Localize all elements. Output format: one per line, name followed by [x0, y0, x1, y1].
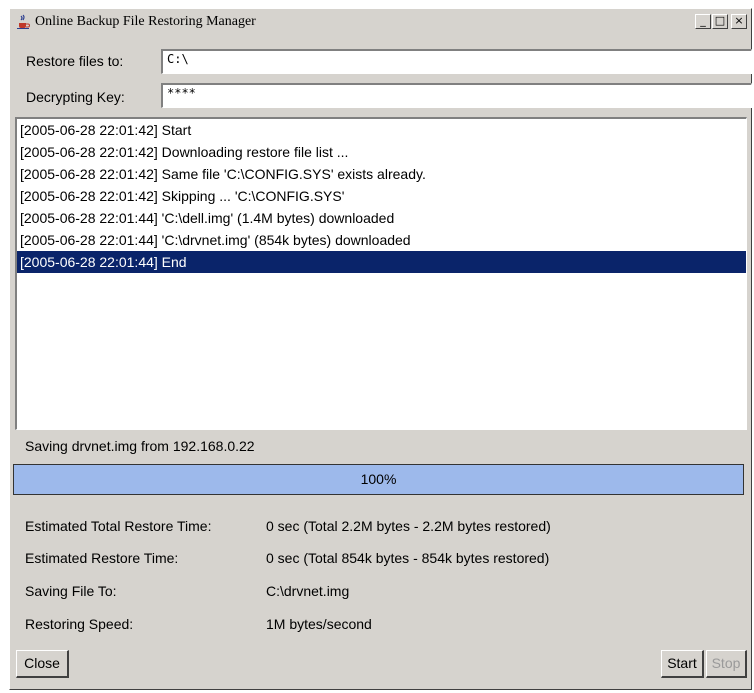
restore-to-label: Restore files to: [26, 53, 124, 69]
stop-button[interactable]: Stop [706, 650, 747, 678]
decrypting-key-field[interactable] [161, 83, 752, 108]
total-time-value: 0 sec (Total 2.2M bytes - 2.2M bytes res… [266, 518, 551, 534]
log-line[interactable]: [2005-06-28 22:01:42] Downloading restor… [17, 141, 746, 163]
restore-to-input[interactable] [167, 52, 747, 66]
decrypting-key-input[interactable] [167, 86, 747, 100]
saving-to-value: C:\drvnet.img [266, 583, 350, 599]
minimize-button[interactable]: _ [695, 14, 711, 29]
log-line[interactable]: [2005-06-28 22:01:44] 'C:\dell.img' (1.4… [17, 207, 746, 229]
saving-to-label: Saving File To: [25, 583, 117, 599]
close-window-button[interactable]: × [731, 14, 747, 29]
log-line[interactable]: [2005-06-28 22:01:42] Start [17, 119, 746, 141]
log-line[interactable]: [2005-06-28 22:01:42] Skipping ... 'C:\C… [17, 185, 746, 207]
log-line[interactable]: [2005-06-28 22:01:42] Same file 'C:\CONF… [17, 163, 746, 185]
log-line[interactable]: [2005-06-28 22:01:44] 'C:\drvnet.img' (8… [17, 229, 746, 251]
saving-status-text: Saving drvnet.img from 192.168.0.22 [25, 438, 255, 454]
close-button[interactable]: Close [16, 650, 69, 678]
start-button[interactable]: Start [661, 650, 704, 678]
restore-time-value: 0 sec (Total 854k bytes - 854k bytes res… [266, 550, 550, 566]
speed-value: 1M bytes/second [266, 616, 372, 632]
speed-label: Restoring Speed: [25, 616, 134, 632]
restore-manager-window: Online Backup File Restoring Manager _ □… [9, 8, 752, 690]
maximize-button[interactable]: □ [712, 14, 728, 29]
progress-bar: 100% [13, 464, 744, 495]
progress-percent: 100% [360, 471, 397, 487]
title-bar[interactable]: Online Backup File Restoring Manager _ □… [12, 11, 749, 33]
total-time-label: Estimated Total Restore Time: [25, 518, 212, 534]
restore-time-label: Estimated Restore Time: [25, 550, 179, 566]
log-line[interactable]: [2005-06-28 22:01:44] End [17, 251, 746, 273]
window-title: Online Backup File Restoring Manager [35, 14, 256, 29]
java-cup-icon [17, 14, 30, 29]
decrypting-key-label: Decrypting Key: [26, 89, 125, 105]
restore-to-field[interactable] [161, 49, 752, 74]
log-list[interactable]: [2005-06-28 22:01:42] Start [2005-06-28 2… [15, 117, 747, 430]
